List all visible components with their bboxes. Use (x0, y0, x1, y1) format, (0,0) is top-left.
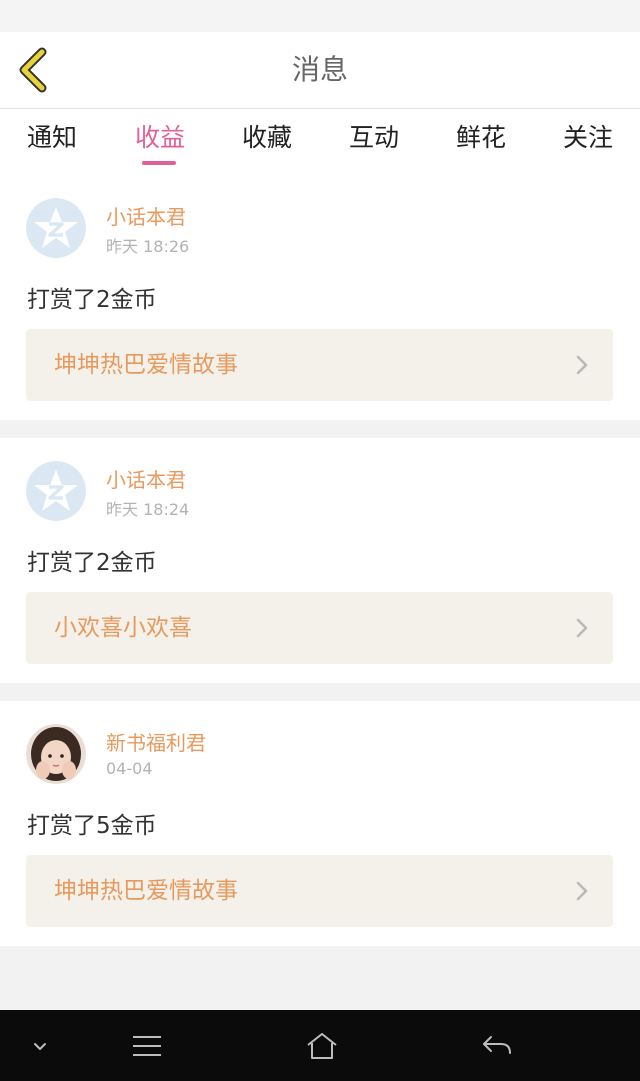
qzone-star-icon (26, 461, 86, 521)
timestamp: 04-04 (106, 759, 153, 778)
back-nav-button[interactable] (472, 1010, 522, 1081)
message-card: 小话本君 昨天 18:26 打赏了2金币 坤坤热巴爱情故事 (0, 175, 640, 420)
avatar[interactable] (26, 724, 86, 784)
status-bar (0, 0, 640, 32)
tab-follows[interactable]: 关注 (560, 109, 616, 167)
hide-nav-button[interactable] (20, 1010, 60, 1081)
chevron-right-icon (576, 881, 588, 901)
home-icon (307, 1032, 337, 1059)
tab-favorites[interactable]: 收藏 (239, 109, 295, 167)
tab-interactions[interactable]: 互动 (346, 109, 402, 167)
tab-earnings[interactable]: 收益 (132, 109, 188, 167)
system-nav-bar (0, 1010, 640, 1081)
home-button[interactable] (297, 1010, 347, 1081)
page-title: 消息 (291, 53, 348, 86)
tab-bar: 通知 收益 收藏 互动 鲜花 关注 (0, 109, 640, 175)
tab-notifications[interactable]: 通知 (24, 109, 80, 167)
header-bar: 消息 (0, 32, 640, 109)
reward-text: 打赏了5金币 (27, 813, 157, 839)
avatar[interactable] (26, 461, 86, 521)
chevron-left-icon (19, 47, 47, 93)
reward-text: 打赏了2金币 (27, 550, 157, 576)
book-link[interactable]: 坤坤热巴爱情故事 (26, 855, 613, 927)
message-card: 新书福利君 04-04 打赏了5金币 坤坤热巴爱情故事 (0, 701, 640, 946)
book-title: 坤坤热巴爱情故事 (54, 878, 238, 904)
username[interactable]: 小话本君 (106, 464, 186, 493)
message-card: 小话本君 昨天 18:24 打赏了2金币 小欢喜小欢喜 (0, 438, 640, 683)
menu-icon (133, 1035, 161, 1056)
avatar[interactable] (26, 198, 86, 258)
chevron-right-icon (576, 618, 588, 638)
qzone-star-icon (26, 198, 86, 258)
chevron-down-icon (34, 1042, 46, 1050)
menu-button[interactable] (122, 1010, 172, 1081)
book-title: 小欢喜小欢喜 (54, 615, 192, 641)
book-link[interactable]: 小欢喜小欢喜 (26, 592, 613, 664)
tab-flowers[interactable]: 鲜花 (453, 109, 509, 167)
book-title: 坤坤热巴爱情故事 (54, 352, 238, 378)
book-link[interactable]: 坤坤热巴爱情故事 (26, 329, 613, 401)
girl-photo-avatar (26, 724, 86, 784)
back-icon (483, 1035, 511, 1054)
timestamp: 昨天 18:26 (106, 237, 190, 256)
username[interactable]: 新书福利君 (106, 727, 206, 756)
chevron-right-icon (576, 355, 588, 375)
back-button[interactable] (12, 46, 56, 94)
timestamp: 昨天 18:24 (106, 500, 190, 519)
reward-text: 打赏了2金币 (27, 287, 157, 313)
username[interactable]: 小话本君 (106, 201, 186, 230)
active-tab-indicator (142, 161, 176, 165)
